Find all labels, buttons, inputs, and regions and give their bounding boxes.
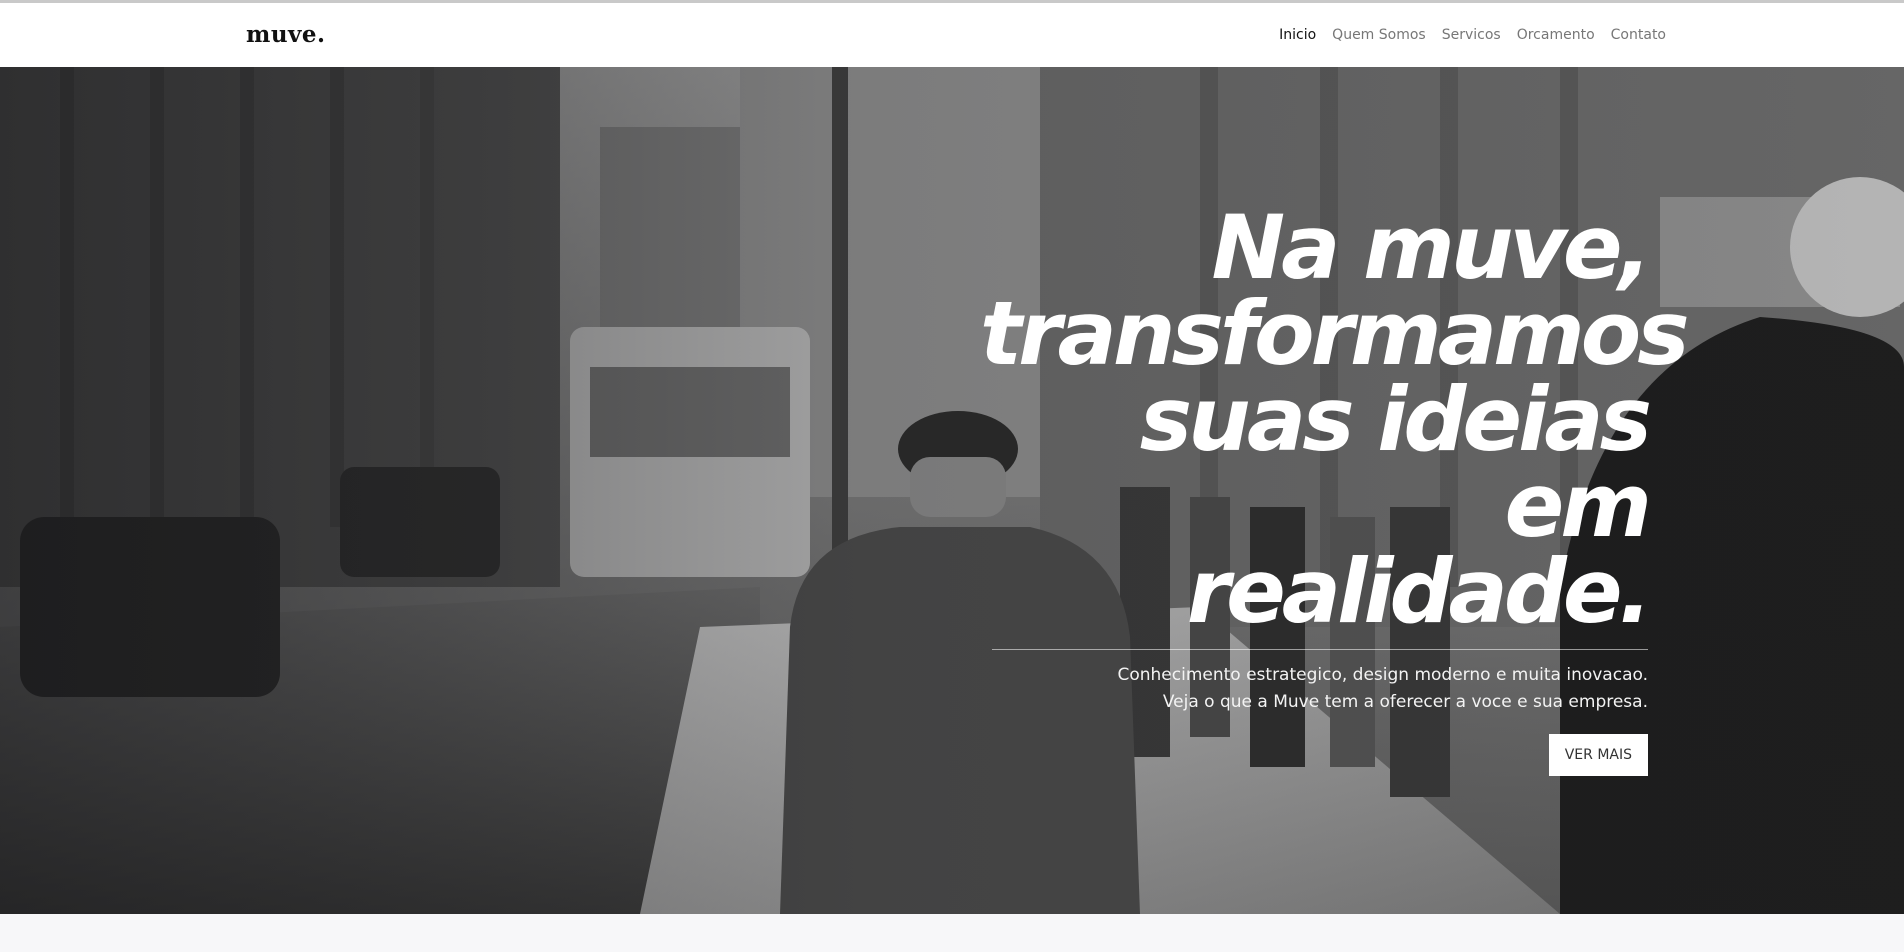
hero-section: Na muve, transformamos suas ideias em re… (0, 67, 1904, 914)
subtitle-line-2: Veja o que a Muve tem a oferecer a voce … (1162, 692, 1648, 712)
headline-line-2: transformamos (980, 282, 1690, 385)
logo[interactable]: muve. (246, 21, 326, 48)
ver-mais-button[interactable]: VER MAIS (1548, 734, 1648, 776)
hero-subtitle: Conhecimento estrategico, design moderno… (980, 662, 1648, 716)
navbar: muve. Inicio Quem Somos Servicos Orcamen… (0, 3, 1904, 67)
hero-content: Na muve, transformamos suas ideias em re… (980, 196, 1690, 776)
nav-link-quem-somos[interactable]: Quem Somos (1332, 27, 1426, 43)
headline-line-1: Na muve, (1211, 196, 1653, 299)
nav-link-servicos[interactable]: Servicos (1442, 27, 1501, 43)
main-nav: Inicio Quem Somos Servicos Orcamento Con… (1279, 3, 1666, 67)
next-section-strip (0, 914, 1904, 952)
hero-headline: Na muve, transformamos suas ideias em re… (980, 196, 1690, 643)
nav-link-contato[interactable]: Contato (1611, 27, 1666, 43)
headline-line-3: suas ideias em (1139, 368, 1652, 557)
subtitle-line-1: Conhecimento estrategico, design moderno… (1117, 665, 1648, 685)
headline-line-4: realidade. (1186, 540, 1652, 643)
hero-divider (992, 649, 1648, 650)
nav-link-inicio[interactable]: Inicio (1279, 27, 1316, 43)
nav-link-orcamento[interactable]: Orcamento (1517, 27, 1595, 43)
